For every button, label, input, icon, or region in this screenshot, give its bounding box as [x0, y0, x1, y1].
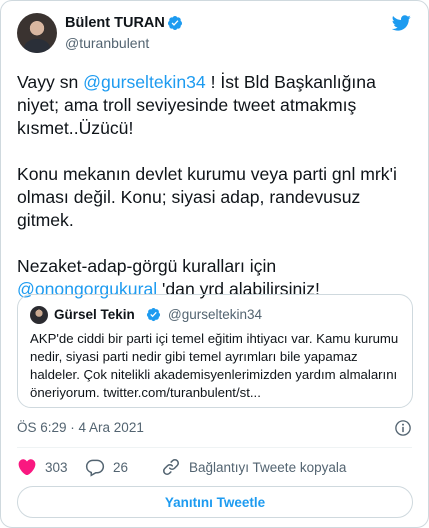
- tweet-paragraph-2: Konu mekanın devlet kurumu veya parti gn…: [17, 164, 397, 230]
- quoted-text: AKP'de ciddi bir parti içi temel eğitim …: [30, 331, 399, 400]
- tweet-paragraph-1: Vayy sn @gurseltekin34 ! İst Bld Başkanl…: [17, 72, 376, 138]
- quoted-tweet[interactable]: Gürsel Tekin @gurseltekin34 AKP'de ciddi…: [17, 294, 413, 408]
- copy-link-button[interactable]: Bağlantıyı Tweete kopyala: [161, 457, 346, 477]
- tweet-timestamp[interactable]: ÖS 6:29 · 4 Ara 2021: [17, 420, 144, 435]
- avatar[interactable]: [17, 13, 57, 53]
- like-count: 303: [45, 459, 68, 475]
- quoted-avatar: [30, 306, 48, 324]
- divider: [17, 447, 412, 448]
- heart-icon: [18, 459, 36, 476]
- verified-badge-icon: [146, 307, 161, 322]
- author-name[interactable]: Bülent TURAN: [65, 15, 165, 31]
- tweet-card: Bülent TURAN @turanbulent Vayy sn @gurse…: [0, 0, 429, 528]
- author-handle[interactable]: @turanbulent: [65, 35, 149, 51]
- reply-bubble-icon: [85, 459, 105, 477]
- copy-link-label: Bağlantıyı Tweete kopyala: [189, 459, 347, 475]
- verified-badge-icon: [167, 16, 182, 30]
- twitter-bird-icon[interactable]: [390, 13, 412, 33]
- reply-count: 26: [113, 459, 129, 475]
- tweet-header: Bülent TURAN @turanbulent: [17, 13, 412, 57]
- quoted-author-handle: @gurseltekin34: [168, 307, 263, 322]
- quoted-author-name: Gürsel Tekin: [54, 307, 135, 322]
- reply-button[interactable]: 26: [85, 457, 128, 477]
- like-button[interactable]: 303: [17, 457, 68, 477]
- link-icon: [163, 459, 179, 475]
- mention-link[interactable]: @gurseltekin34: [83, 72, 206, 92]
- tweet-text: Vayy sn @gurseltekin34 ! İst Bld Başkanl…: [17, 71, 409, 324]
- info-icon[interactable]: [394, 419, 412, 437]
- action-bar: 303 26 Bağlantıyı Tweete kopyala: [17, 457, 413, 477]
- tweet-reply-button[interactable]: Yanıtını Tweetle: [17, 486, 413, 518]
